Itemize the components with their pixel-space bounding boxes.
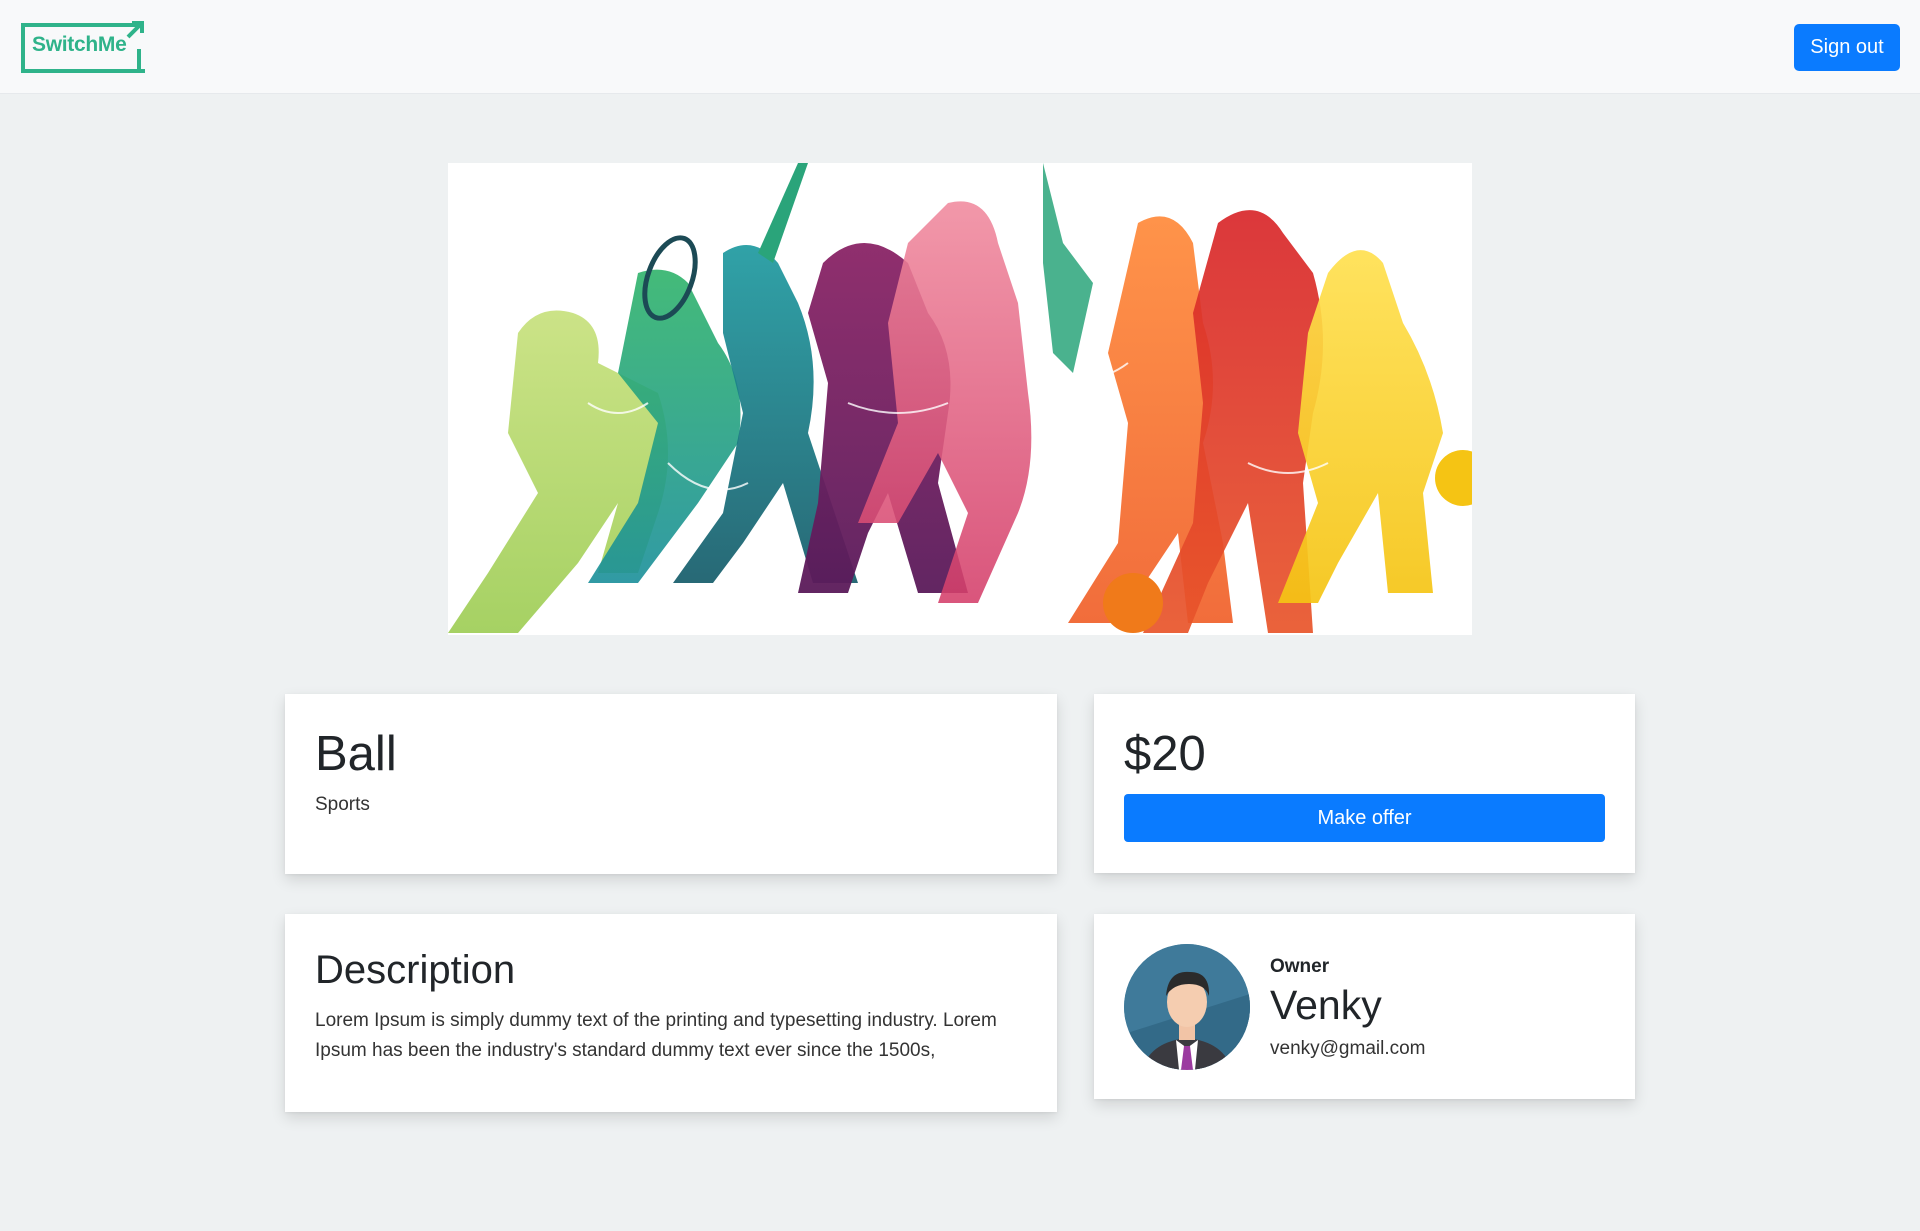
owner-card: Owner Venky venky@gmail.com [1094, 914, 1635, 1099]
owner-avatar [1124, 944, 1250, 1070]
description-text: Lorem Ipsum is simply dummy text of the … [315, 1010, 997, 1061]
top-navbar: SwitchMe Sign out [0, 0, 1920, 94]
owner-label: Owner [1270, 956, 1330, 977]
logo-text: SwitchMe [32, 33, 127, 56]
arrow-up-right-icon [126, 21, 144, 39]
product-title: Ball [315, 727, 397, 781]
description-card: Description Lorem Ipsum is simply dummy … [285, 914, 1057, 1112]
description-heading: Description [315, 948, 516, 992]
person-icon [1124, 944, 1250, 1070]
product-category: Sports [315, 794, 370, 815]
sign-out-button[interactable]: Sign out [1794, 24, 1900, 71]
product-image [448, 163, 1472, 635]
price-card: $20 Make offer [1094, 694, 1635, 873]
owner-email[interactable]: venky@gmail.com [1270, 1038, 1426, 1060]
sports-silhouettes-illustration [448, 163, 1472, 633]
owner-name: Venky [1270, 982, 1382, 1028]
make-offer-button[interactable]: Make offer [1124, 794, 1605, 842]
switchme-logo[interactable]: SwitchMe [21, 20, 145, 73]
product-title-card: Ball Sports [285, 694, 1057, 874]
product-price: $20 [1124, 727, 1206, 781]
